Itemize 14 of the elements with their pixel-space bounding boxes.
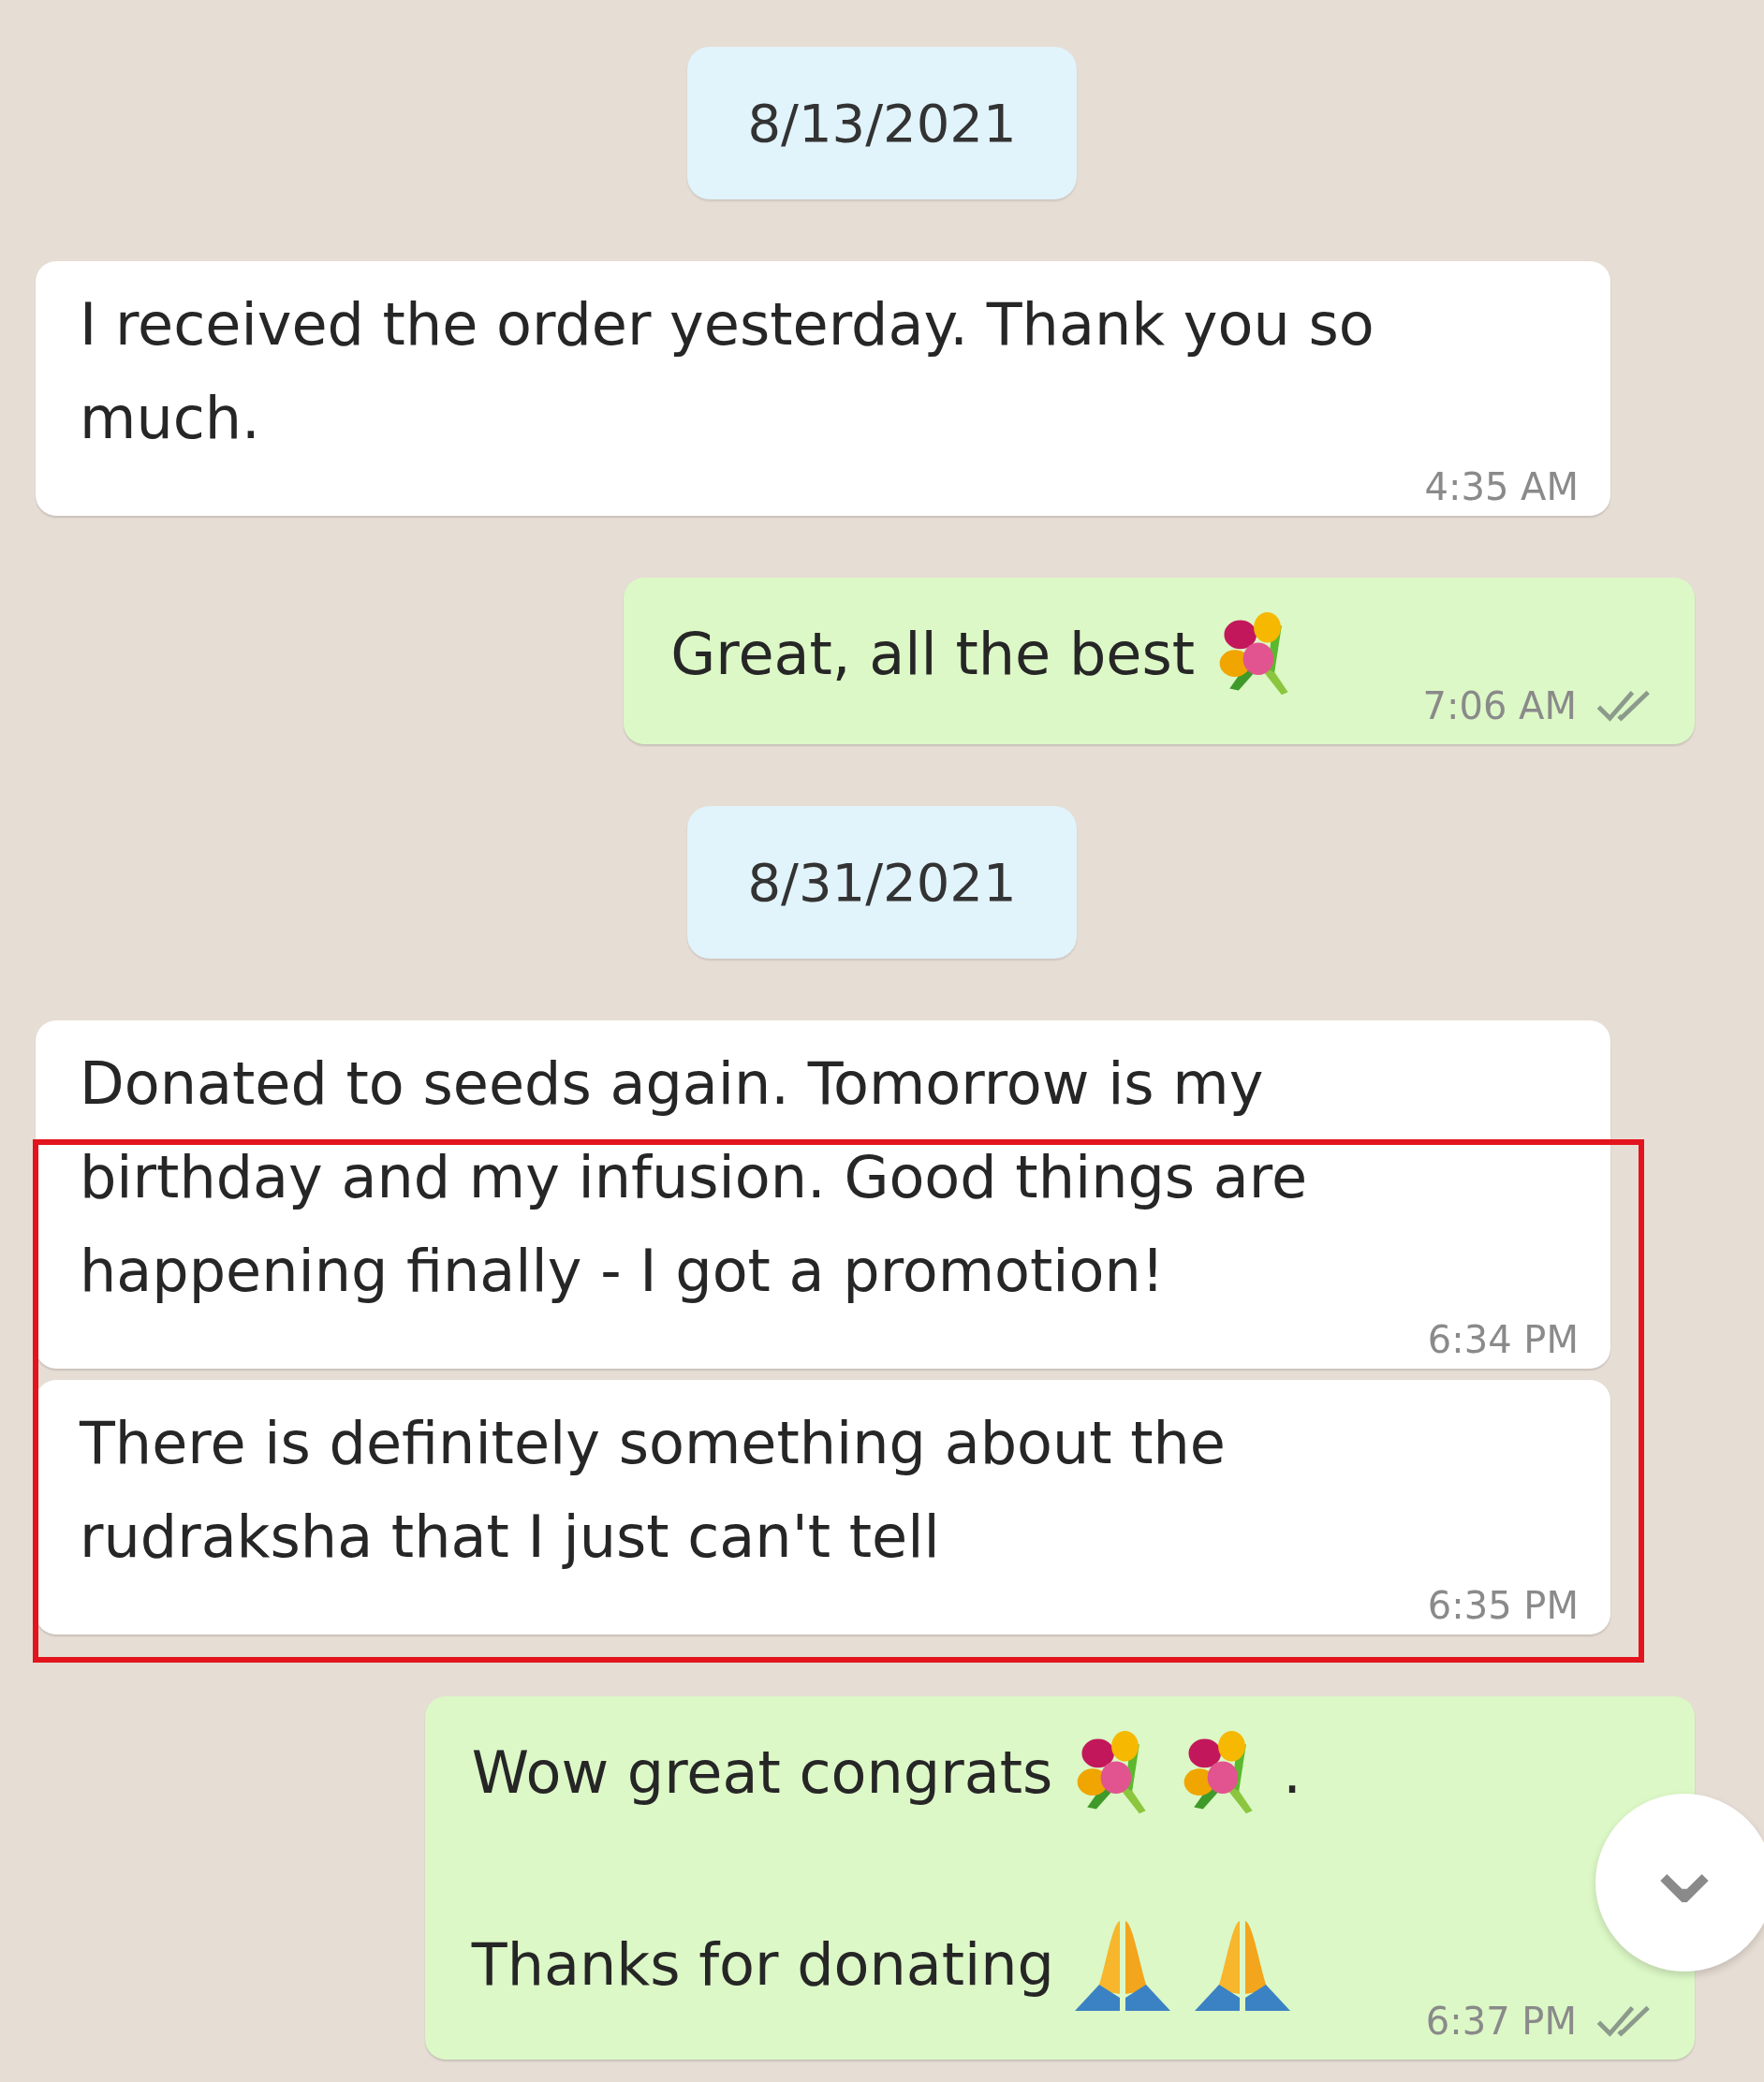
message-text: I received the order yesterday. Thank you so much. bbox=[80, 289, 1375, 454]
message-text: Thanks for donating bbox=[471, 1929, 1054, 2001]
message-text: Donated to seeds again. Tomorrow is my birthday and my infusion. Good things are happening finally - I got a promotion! bbox=[80, 1048, 1309, 1307]
message-time: 6:34 PM bbox=[1427, 1317, 1579, 1363]
message-time: 4:35 AM bbox=[1424, 464, 1579, 510]
message-text: There is definitely something about the rudraksha that I just can't tell bbox=[80, 1408, 1227, 1573]
date-chip: 8/13/2021 bbox=[687, 47, 1077, 199]
message-text: . bbox=[1283, 1737, 1301, 1809]
message-text: Great, all the best bbox=[670, 619, 1195, 690]
message-text: Wow great congrats bbox=[471, 1737, 1053, 1809]
message-time: 7:06 AM bbox=[1422, 683, 1577, 729]
message-time: 6:37 PM bbox=[1425, 1999, 1577, 2045]
date-chip: 8/31/2021 bbox=[687, 806, 1077, 959]
message-time: 6:35 PM bbox=[1427, 1583, 1579, 1629]
